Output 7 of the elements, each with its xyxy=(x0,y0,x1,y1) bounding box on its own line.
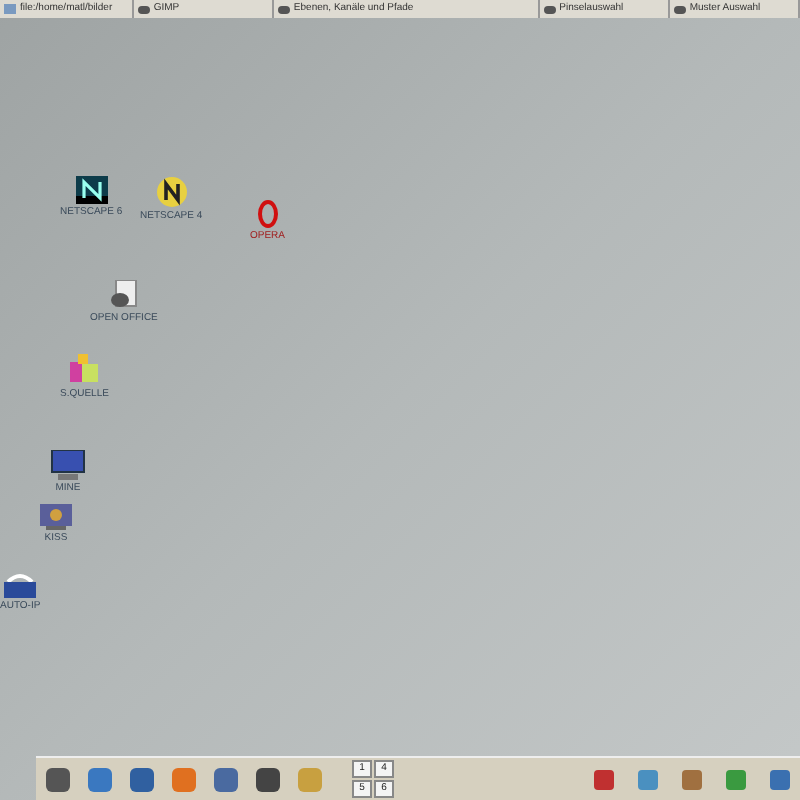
o-logo-icon[interactable] xyxy=(257,200,278,228)
document-icon[interactable] xyxy=(109,280,138,310)
package-icon[interactable] xyxy=(68,354,101,386)
monitor-icon[interactable] xyxy=(50,450,86,480)
n-logo-icon[interactable] xyxy=(75,176,108,204)
monitor-icon[interactable] xyxy=(40,504,72,530)
n-logo-icon[interactable] xyxy=(155,176,188,208)
